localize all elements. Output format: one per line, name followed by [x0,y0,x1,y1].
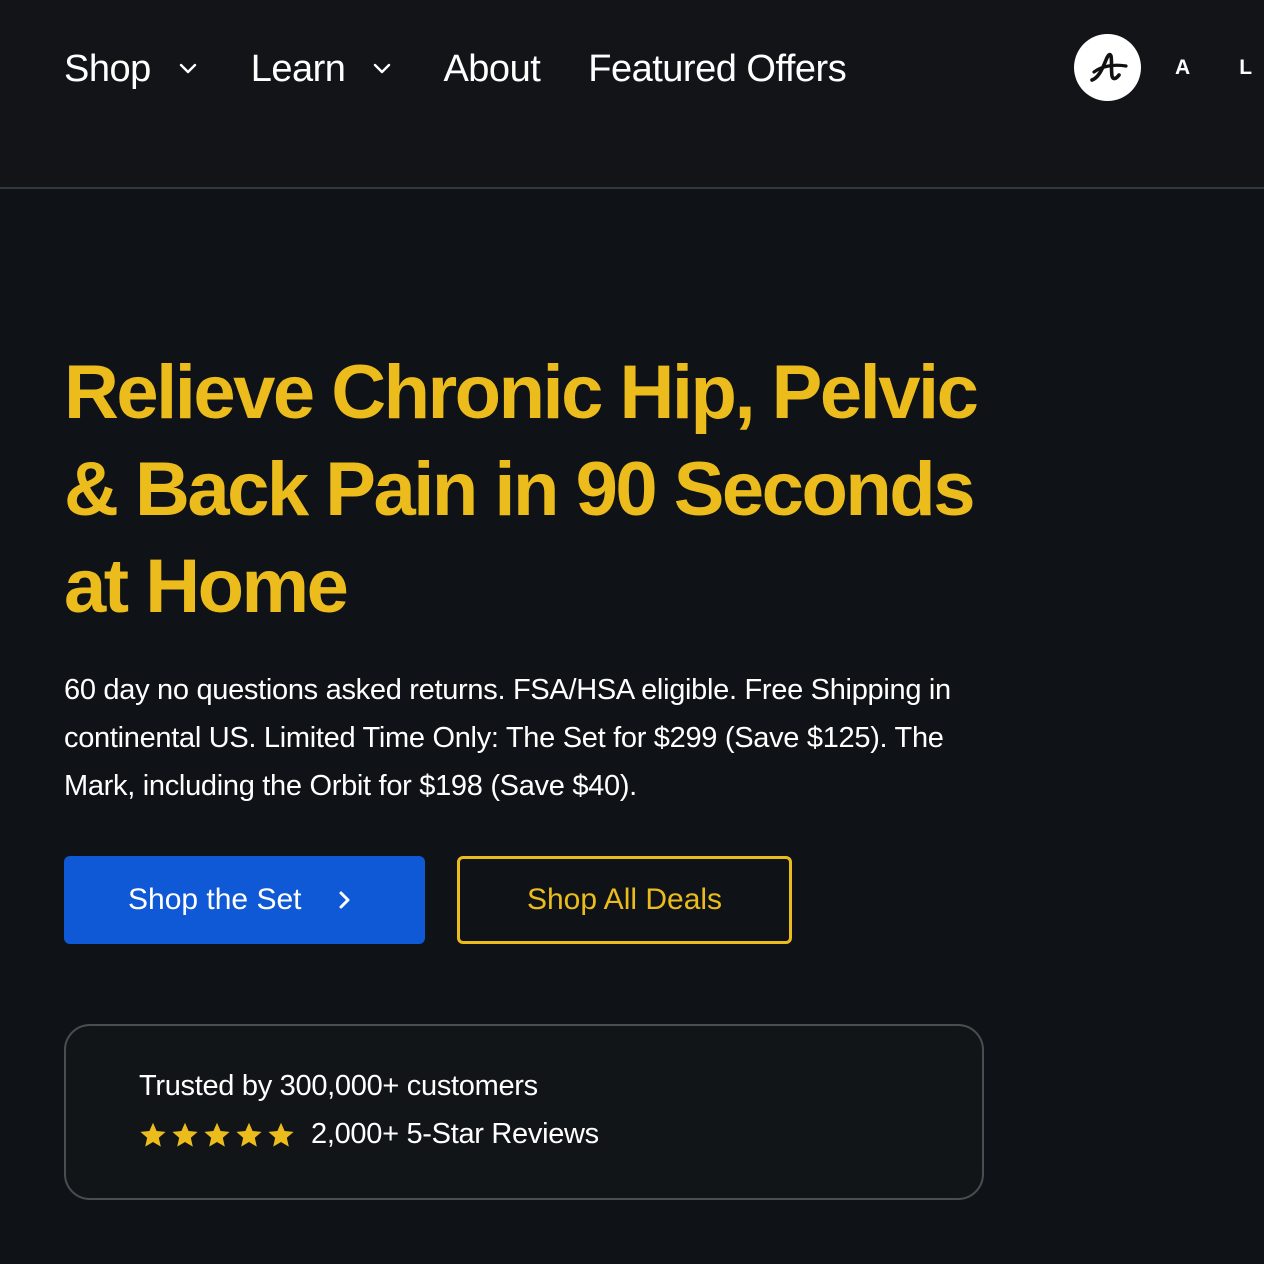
star-icon [172,1122,198,1147]
hero-subtitle: 60 day no questions asked returns. FSA/H… [64,674,951,802]
star-rating [139,1121,299,1149]
nav-item-learn[interactable]: Learn [251,48,394,91]
nav-item-featured-offers-label: Featured Offers [588,47,847,90]
page: Shop Learn About Featured Offers A Relie… [0,0,1264,1264]
nav-item-shop-label: Shop [64,47,151,90]
shop-the-set-label: Shop the Set [128,883,302,916]
shop-the-set-button[interactable]: Shop the Set [64,856,425,944]
rating-row: 2,000+ 5-Star Reviews [139,1118,599,1151]
nav-item-learn-label: Learn [250,47,346,90]
star-icon [236,1122,262,1147]
reviews-count-text: 2,000+ 5-Star Reviews [311,1118,599,1150]
site-header: Shop Learn About Featured Offers A [0,0,1264,189]
star-icon [140,1122,166,1147]
nav-item-featured-offers[interactable]: Featured Offers [588,48,846,91]
hero-title: Relieve Chronic Hip, Pelvic & Back Pain … [64,350,979,629]
nav-item-about[interactable]: About [443,48,540,91]
shop-all-deals-label: Shop All Deals [526,883,723,916]
star-icon [204,1122,230,1147]
shop-all-deals-button[interactable]: Shop All Deals [457,856,792,944]
logo-mark-icon [1074,34,1141,101]
chevron-down-icon [374,63,391,74]
nav-item-shop[interactable]: Shop [64,48,199,91]
star-icon [268,1122,294,1147]
trust-card: Trusted by 300,000+ customers 2,000+ 5-S… [64,1024,984,1200]
trusted-customers-text: Trusted by 300,000+ customers [139,1070,538,1102]
brand-logo[interactable]: A L E [1074,34,1264,101]
logo-glyph-icon [1089,52,1128,82]
nav-item-about-label: About [443,47,541,90]
main-nav: Shop Learn About Featured Offers [64,42,847,96]
chevron-down-icon [179,63,196,74]
brand-wordmark: A L E [1175,55,1264,79]
chevron-right-icon [339,891,350,909]
